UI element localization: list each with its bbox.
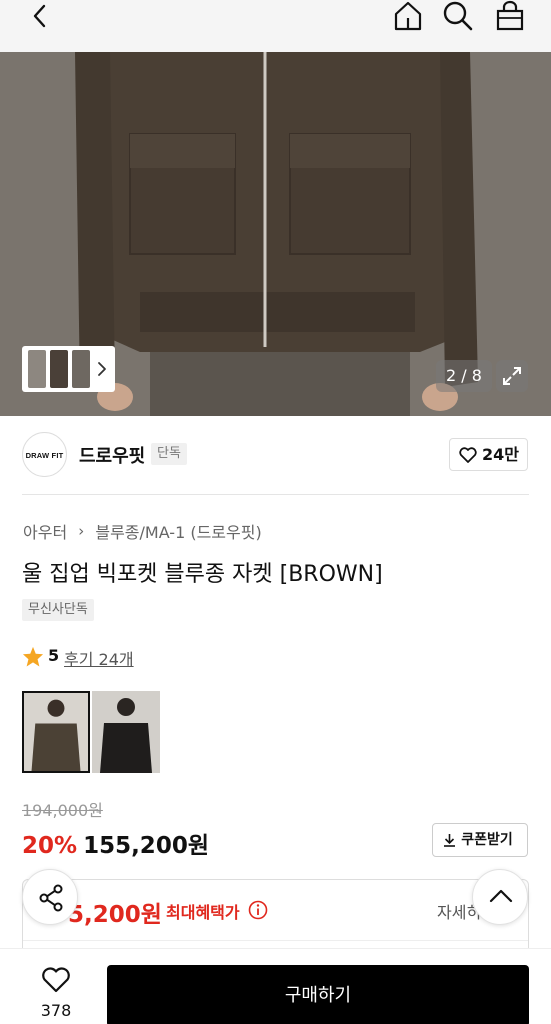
home-icon[interactable] — [392, 0, 424, 32]
brand-row: DRAW FIT 드로우핏 단독 24만 — [0, 416, 551, 496]
color-option-black[interactable] — [92, 691, 160, 773]
thumbnail-1[interactable] — [28, 350, 46, 388]
shopping-bag-icon[interactable] — [494, 0, 526, 32]
product-image-gallery[interactable]: 2 / 8 — [0, 52, 551, 416]
brand-like-count: 24만 — [482, 445, 519, 464]
sale-price-row: 20% 155,200원 — [22, 826, 209, 860]
chevron-left-icon[interactable] — [26, 2, 54, 30]
coupon-label: 쿠폰받기 — [461, 832, 513, 848]
reviews-link[interactable]: 후기 24개 — [64, 646, 134, 670]
chevron-right-icon[interactable] — [95, 360, 109, 378]
share-button[interactable] — [22, 869, 78, 925]
info-icon[interactable] — [248, 900, 268, 920]
original-price: 194,000원 — [22, 801, 103, 820]
chevron-right-icon: › — [78, 522, 85, 540]
download-icon — [444, 834, 455, 847]
wishlist-button[interactable]: 378 — [22, 967, 90, 1023]
divider — [22, 494, 529, 495]
color-option-brown[interactable] — [22, 691, 90, 773]
bottom-action-bar: 378 구매하기 — [0, 948, 551, 1024]
brand-like-button[interactable]: 24만 — [449, 438, 528, 471]
chevron-up-icon — [489, 889, 513, 903]
sale-price: 155,200원 — [83, 833, 209, 859]
breadcrumb: 아우터 › 블루종/MA-1 (드로우핏) — [23, 519, 262, 543]
breadcrumb-item-category[interactable]: 블루종/MA-1 (드로우핏) — [95, 519, 261, 543]
scroll-to-top-button[interactable] — [472, 869, 528, 925]
brand-logo[interactable]: DRAW FIT — [22, 432, 67, 477]
thumbnail-strip[interactable] — [22, 346, 115, 392]
buy-button[interactable]: 구매하기 — [107, 965, 529, 1024]
rating-score: 5 — [48, 646, 60, 665]
color-option-black-image — [92, 691, 160, 773]
brand-name[interactable]: 드로우핏 — [79, 442, 145, 468]
share-icon — [39, 884, 63, 912]
thumbnail-3[interactable] — [72, 350, 90, 388]
breadcrumb-item-outer[interactable]: 아우터 — [23, 519, 67, 543]
max-benefit-price: 5,200원 — [68, 902, 162, 928]
brand-exclusive-badge: 단독 — [151, 443, 187, 465]
color-option-brown-image — [24, 693, 88, 771]
discount-rate: 20% — [22, 833, 78, 859]
expand-button[interactable] — [496, 360, 528, 392]
exclusive-tag: 무신사단독 — [22, 599, 94, 621]
wishlist-count: 378 — [40, 1001, 72, 1020]
star-icon — [22, 646, 44, 667]
image-counter: 2 / 8 — [436, 360, 492, 392]
thumbnail-2[interactable] — [50, 350, 68, 388]
product-title: 울 집업 빅포켓 블루종 자켓 [BROWN] — [22, 562, 383, 587]
expand-icon — [503, 367, 521, 385]
max-benefit-label: 최대혜택가 — [166, 903, 240, 922]
heart-icon — [459, 447, 477, 463]
heart-icon — [42, 967, 70, 993]
search-icon[interactable] — [442, 0, 474, 32]
divider — [23, 940, 528, 941]
top-navigation-bar — [0, 0, 551, 52]
coupon-button[interactable]: 쿠폰받기 — [432, 823, 528, 857]
